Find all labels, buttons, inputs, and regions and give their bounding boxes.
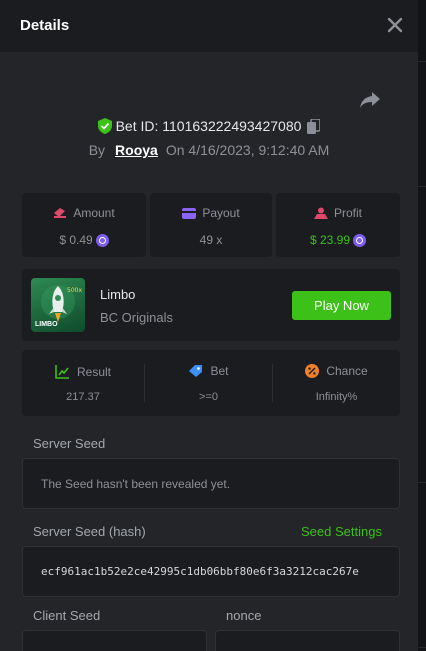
game-thumbnail: 500x LIMBO [31,278,85,332]
modal-header: Details [0,0,418,52]
chance-label: Chance [326,364,368,378]
details-modal: Details Bet ID: 110163222493427080 By Roo… [0,0,418,651]
amount-icon [54,208,67,218]
by-label: By [88,142,106,158]
profit-value: $ 23.99 [309,233,351,247]
nonce-label: nonce [226,608,262,623]
result-column: Result 217.37 [22,350,144,416]
game-provider: BC Originals [100,310,173,325]
game-thumb-label: LIMBO [35,321,58,328]
svg-text:500x: 500x [67,287,82,294]
bet-id-line: Bet ID: 110163222493427080 [0,118,418,134]
client-seed-field[interactable] [22,630,207,651]
seed-settings-link[interactable]: Seed Settings [301,524,382,539]
server-seed-field: The Seed hasn't been revealed yet. [22,458,400,509]
profit-icon [313,207,328,219]
shield-check-icon [97,118,112,134]
coin-icon [95,234,109,247]
result-label: Result [76,365,111,379]
server-seed-hash-label: Server Seed (hash) [33,524,146,539]
server-seed-label: Server Seed [33,436,106,451]
payout-value: 49 x [199,233,223,247]
copy-icon[interactable] [307,119,321,134]
server-seed-hash-value: ecf961ac1b52e2ce42995c1db06bbf80e6f3a321… [41,565,359,578]
amount-label: Amount [73,206,115,220]
server-seed-hash-field[interactable]: ecf961ac1b52e2ce42995c1db06bbf80e6f3a321… [22,546,400,597]
amount-stat: Amount $ 0.49 [22,193,146,257]
payout-card-icon [182,208,197,219]
chance-value: Infinity% [315,391,358,403]
on-label: On [165,142,185,158]
result-chart-icon [55,365,69,379]
bet-value: >=0 [199,391,218,403]
game-card: 500x LIMBO Limbo BC Originals Play Now [22,269,400,341]
result-value: 217.37 [66,391,100,403]
bet-byline: By Rooya On 4/16/2023, 9:12:40 AM [0,142,418,158]
client-seed-label: Client Seed [33,608,101,623]
modal-title: Details [20,17,70,34]
coin-icon [353,234,367,247]
amount-value: $ 0.49 [59,233,93,247]
bet-column: Bet >=0 [145,350,272,416]
server-seed-value: The Seed hasn't been revealed yet. [41,477,231,491]
share-icon[interactable] [359,90,381,110]
bet-label: Bet [210,364,229,378]
nonce-field[interactable] [215,630,400,651]
profit-stat: Profit $ 23.99 [276,193,400,257]
close-icon[interactable] [384,14,406,36]
game-name: Limbo [100,287,136,302]
result-panel: Result 217.37 Bet >=0 Chance Infinity% [22,350,400,416]
user-link[interactable]: Rooya [115,142,158,158]
bet-id: Bet ID: 110163222493427080 [115,118,302,134]
profit-label: Profit [333,206,362,220]
bet-datetime: 4/16/2023, 9:12:40 AM [188,142,330,158]
bet-tag-icon [189,365,203,377]
chance-percent-icon [305,364,320,378]
chance-column: Chance Infinity% [273,350,400,416]
payout-stat: Payout 49 x [150,193,272,257]
payout-label: Payout [202,206,240,220]
play-now-button[interactable]: Play Now [292,291,391,320]
